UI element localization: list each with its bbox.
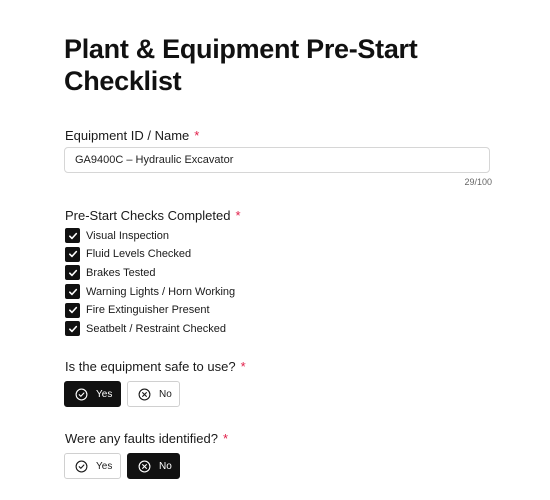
- faults-yes-button[interactable]: Yes: [64, 453, 121, 479]
- safe-yes-button[interactable]: Yes: [64, 381, 121, 407]
- check-icon: [68, 288, 77, 295]
- equipment-input[interactable]: [64, 147, 490, 173]
- faults-no-button[interactable]: No: [127, 453, 180, 479]
- check-item-label: Brakes Tested: [86, 266, 156, 279]
- required-marker: *: [235, 208, 241, 223]
- page-title: Plant & Equipment Pre-Start Checklist: [64, 34, 418, 96]
- check-item-visual-inspection[interactable]: Visual Inspection: [65, 228, 235, 243]
- check-icon: [68, 250, 77, 258]
- checks-list: Visual Inspection Fluid Levels Checked B…: [65, 228, 235, 340]
- check-item-warning-lights[interactable]: Warning Lights / Horn Working: [65, 284, 236, 300]
- check-item-label: Seatbelt / Restraint Checked: [86, 322, 227, 335]
- required-marker: *: [240, 359, 246, 374]
- checkbox[interactable]: [65, 302, 80, 318]
- checkbox[interactable]: [65, 246, 80, 262]
- faults-question-label: Were any faults identified?: [65, 431, 218, 446]
- check-icon: [68, 232, 77, 239]
- faults-yes-label: Yes: [96, 460, 113, 472]
- equipment-label-row: Equipment ID / Name *: [65, 128, 199, 144]
- faults-question-label-row: Were any faults identified? *: [65, 431, 228, 447]
- checkbox[interactable]: [65, 265, 80, 281]
- safe-no-button[interactable]: No: [127, 381, 180, 407]
- check-icon: [68, 325, 77, 333]
- character-counter: 29/100: [464, 177, 492, 187]
- check-item-label: Fluid Levels Checked: [86, 248, 192, 261]
- safe-yes-label: Yes: [96, 388, 113, 400]
- check-item-label: Visual Inspection: [86, 229, 169, 242]
- circle-x-icon: [138, 460, 151, 473]
- check-item-label: Fire Extinguisher Present: [86, 304, 210, 317]
- safe-question-label-row: Is the equipment safe to use? *: [65, 359, 246, 375]
- circle-check-icon: [75, 388, 88, 401]
- check-item-fire-extinguisher[interactable]: Fire Extinguisher Present: [65, 302, 235, 318]
- check-item-label: Warning Lights / Horn Working: [86, 285, 236, 298]
- checkbox[interactable]: [65, 321, 80, 337]
- check-item-fluid-levels[interactable]: Fluid Levels Checked: [65, 246, 235, 262]
- checkbox[interactable]: [65, 284, 80, 300]
- faults-no-label: No: [159, 460, 172, 472]
- safe-no-label: No: [159, 388, 172, 400]
- faults-question-options: Yes No: [64, 453, 180, 479]
- safe-question-options: Yes No: [64, 381, 180, 407]
- check-icon: [68, 269, 77, 277]
- checkbox[interactable]: [65, 228, 80, 243]
- check-icon: [68, 307, 77, 314]
- form-page: Plant & Equipment Pre-Start Checklist Eq…: [0, 0, 550, 500]
- checks-label-row: Pre-Start Checks Completed *: [65, 208, 241, 224]
- required-marker: *: [194, 128, 200, 143]
- check-item-seatbelt[interactable]: Seatbelt / Restraint Checked: [65, 321, 235, 337]
- required-marker: *: [222, 431, 229, 446]
- circle-check-icon: [75, 460, 88, 473]
- check-item-brakes-tested[interactable]: Brakes Tested: [65, 265, 235, 281]
- equipment-label: Equipment ID / Name: [65, 128, 190, 143]
- checks-label: Pre-Start Checks Completed: [65, 208, 231, 223]
- circle-x-icon: [138, 388, 151, 401]
- safe-question-label: Is the equipment safe to use?: [65, 359, 236, 374]
